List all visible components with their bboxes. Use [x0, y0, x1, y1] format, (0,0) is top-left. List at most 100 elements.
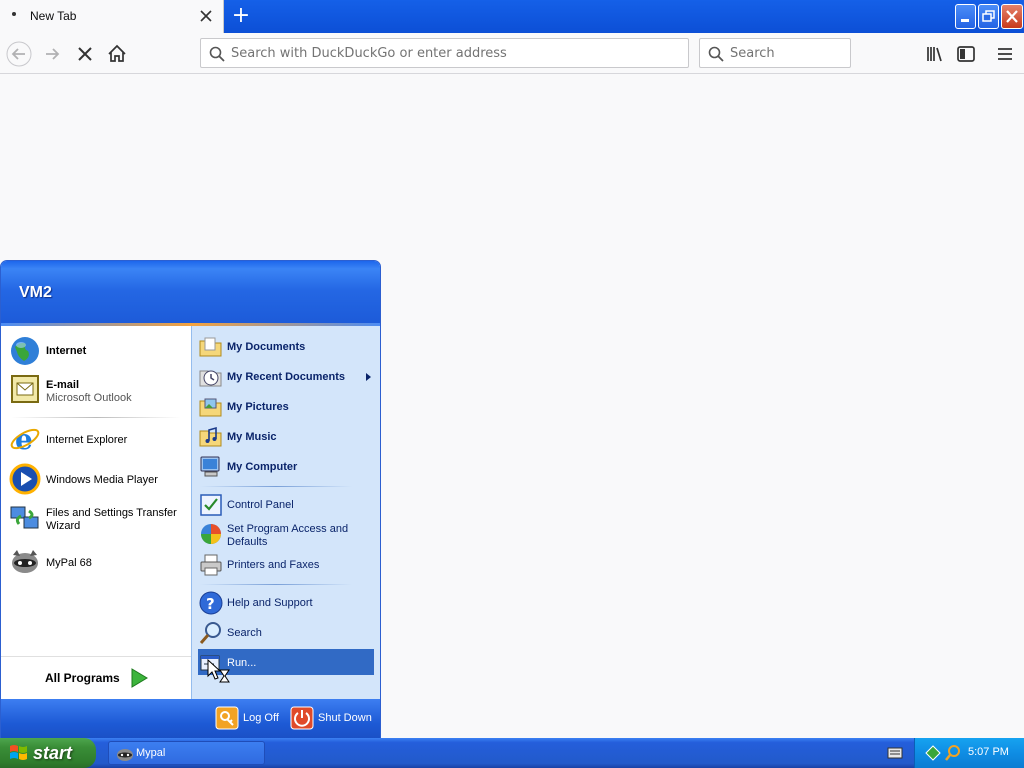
- home-icon[interactable]: [104, 41, 130, 67]
- pinned-label: Internet: [46, 345, 87, 357]
- close-window-button[interactable]: [1001, 4, 1023, 29]
- recent-mypal[interactable]: MyPal 68: [9, 546, 185, 580]
- all-programs-label: All Programs: [45, 671, 120, 685]
- security-search-icon[interactable]: [944, 744, 962, 762]
- place-label: My Pictures: [227, 401, 289, 413]
- recent-label: Windows Media Player: [46, 474, 158, 486]
- start-menu: VM2 Internet E-mail Microsoft Outlook e …: [0, 260, 381, 739]
- recent-label: Internet Explorer: [46, 434, 128, 446]
- shut-down-button[interactable]: Shut Down: [290, 706, 374, 732]
- media-player-icon: [9, 463, 41, 495]
- place-label: My Documents: [227, 341, 306, 353]
- user-name: VM2: [19, 284, 52, 301]
- pinned-label: E-mail: [46, 379, 80, 391]
- recent-documents-icon: [199, 370, 222, 387]
- place-my-pictures[interactable]: My Pictures: [198, 394, 374, 420]
- sidebar-icon[interactable]: [953, 41, 979, 67]
- search-icon: [199, 622, 221, 644]
- browser-tab-strip: New Tab +: [0, 0, 1024, 33]
- taskbar: start Mypal 5:07 PM: [0, 738, 1024, 768]
- globe-icon: [11, 337, 39, 365]
- close-tab-icon[interactable]: [198, 8, 214, 24]
- folder-documents-icon: [199, 337, 222, 357]
- forward-icon[interactable]: [40, 41, 66, 67]
- windows-logo-icon: [10, 745, 27, 760]
- control-panel-icon: [200, 494, 222, 516]
- submenu-arrow-icon: [366, 373, 371, 381]
- minimize-icon: [961, 19, 969, 22]
- settings-label: Printers and Faxes: [227, 559, 320, 571]
- start-button[interactable]: start: [0, 738, 96, 768]
- keyboard-icon[interactable]: [887, 746, 903, 760]
- pinned-email[interactable]: E-mail Microsoft Outlook: [9, 373, 185, 409]
- start-menu-left-column: Internet E-mail Microsoft Outlook e Inte…: [1, 326, 191, 699]
- search-bar[interactable]: [699, 38, 851, 68]
- recent-label-line2: Wizard: [46, 520, 81, 532]
- search-icon: [708, 46, 724, 62]
- recent-internet-explorer[interactable]: e Internet Explorer: [9, 423, 185, 457]
- place-my-documents[interactable]: My Documents: [198, 334, 374, 360]
- tab-new-tab[interactable]: New Tab: [0, 0, 224, 33]
- recent-label: MyPal 68: [46, 557, 92, 569]
- recent-transfer-wizard[interactable]: Files and Settings Transfer Wizard: [9, 502, 185, 542]
- address-bar[interactable]: [200, 38, 689, 68]
- tool-search[interactable]: Search: [198, 620, 374, 646]
- separator: [200, 486, 352, 487]
- minimize-button[interactable]: [955, 4, 976, 29]
- program-access-icon: [201, 524, 221, 544]
- ie-icon: e: [10, 423, 40, 455]
- start-label: start: [33, 743, 73, 763]
- separator: [200, 584, 352, 585]
- address-input[interactable]: [231, 39, 681, 67]
- search-icon: [209, 46, 225, 62]
- separator: [11, 417, 181, 418]
- all-programs-button[interactable]: All Programs: [1, 656, 191, 699]
- transfer-wizard-icon: [10, 506, 39, 529]
- recent-label-line1: Files and Settings Transfer: [46, 507, 177, 519]
- tool-help-support[interactable]: ? Help and Support: [198, 590, 374, 616]
- loading-dot-icon: [12, 12, 16, 16]
- settings-control-panel[interactable]: Control Panel: [198, 492, 374, 518]
- log-off-icon: [215, 706, 239, 730]
- tool-label: Run...: [227, 657, 257, 669]
- settings-printers-faxes[interactable]: Printers and Faxes: [198, 552, 374, 578]
- printer-icon: [200, 554, 222, 576]
- taskbar-item-mypal[interactable]: Mypal: [108, 741, 265, 765]
- library-icon[interactable]: [922, 41, 948, 67]
- search-input[interactable]: [730, 39, 845, 67]
- place-my-computer[interactable]: My Computer: [198, 454, 374, 480]
- settings-label-line1: Set Program Access and: [227, 523, 349, 535]
- settings-program-access[interactable]: Set Program Access and Defaults: [198, 521, 374, 551]
- mypal-icon: [117, 749, 133, 761]
- folder-pictures-icon: [199, 398, 222, 417]
- system-tray: 5:07 PM: [914, 738, 1024, 768]
- place-my-recent-documents[interactable]: My Recent Documents: [198, 364, 374, 390]
- folder-music-icon: [199, 426, 222, 447]
- restore-button[interactable]: [978, 4, 999, 29]
- restore-icon: [982, 10, 995, 22]
- svg-text:e: e: [15, 423, 33, 455]
- place-label: My Music: [227, 431, 277, 443]
- shut-down-label: Shut Down: [318, 712, 372, 724]
- clock[interactable]: 5:07 PM: [968, 746, 1009, 758]
- pinned-internet[interactable]: Internet: [9, 335, 185, 369]
- menu-icon[interactable]: [992, 41, 1018, 67]
- new-tab-button[interactable]: +: [228, 4, 254, 28]
- stop-icon[interactable]: [72, 41, 98, 67]
- browser-toolbar: [0, 33, 1024, 74]
- start-menu-header: VM2: [1, 261, 380, 326]
- network-icon[interactable]: [924, 744, 942, 762]
- tool-label: Help and Support: [227, 597, 313, 609]
- recent-windows-media-player[interactable]: Windows Media Player: [9, 463, 185, 497]
- tab-title: New Tab: [30, 9, 77, 23]
- place-my-music[interactable]: My Music: [198, 424, 374, 450]
- back-icon[interactable]: [6, 41, 32, 67]
- outlook-icon: [11, 375, 39, 403]
- place-label: My Computer: [227, 461, 298, 473]
- computer-icon: [200, 456, 220, 477]
- green-arrow-icon: [131, 668, 148, 688]
- log-off-button[interactable]: Log Off: [215, 706, 283, 732]
- mypal-icon: [12, 550, 38, 573]
- pinned-sublabel: Microsoft Outlook: [46, 392, 132, 404]
- shut-down-icon: [290, 706, 314, 730]
